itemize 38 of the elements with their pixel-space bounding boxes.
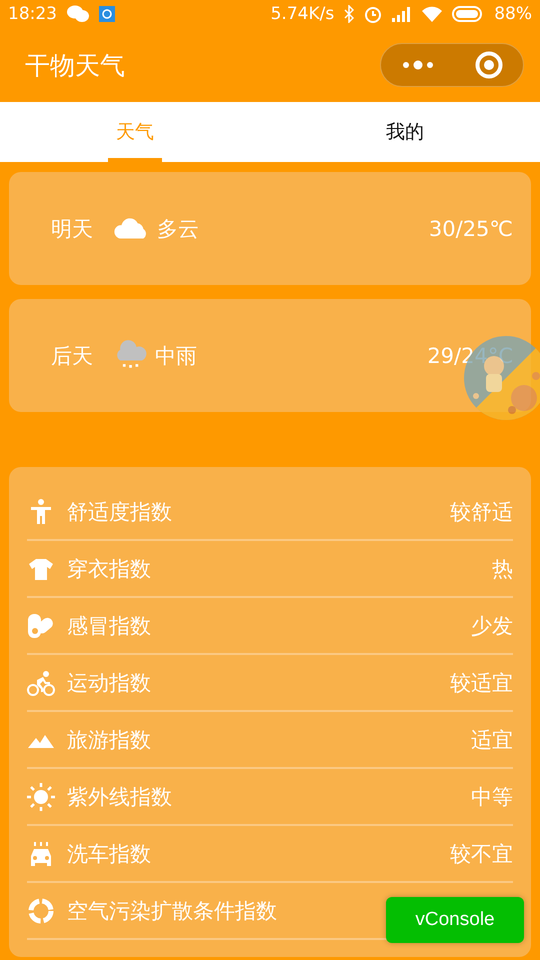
alarm-icon: [364, 5, 382, 23]
signal-icon: [392, 6, 412, 22]
forecast-day: 后天: [51, 342, 93, 370]
index-name: 感冒指数: [67, 612, 151, 640]
bluetooth-icon: [344, 5, 354, 23]
index-name: 紫外线指数: [67, 784, 172, 810]
index-value: 较舒适: [450, 498, 513, 526]
wifi-icon: [422, 6, 442, 22]
index-value: 较不宜: [450, 840, 513, 868]
battery-icon: [452, 6, 484, 22]
ring-icon: [27, 896, 55, 924]
index-value: 适宜: [471, 726, 513, 754]
sun-icon: [27, 782, 55, 810]
tab[interactable]: 天气: [0, 102, 270, 162]
app-title: 干物天气: [25, 50, 125, 82]
index-value: 热: [492, 556, 513, 582]
vconsole-button[interactable]: vConsole: [386, 897, 524, 943]
index-value: 少发: [471, 612, 513, 640]
app-icon: [99, 6, 115, 22]
status-time: 18:23: [8, 4, 57, 24]
battery-level: 88%: [494, 4, 532, 24]
pills-icon: [27, 612, 55, 640]
chat-icon: [67, 5, 89, 23]
index-name: 穿衣指数: [67, 556, 151, 582]
cyclist-icon: [27, 668, 55, 696]
weather-condition: 多云: [157, 216, 199, 242]
index-name: 空气污染扩散条件指数: [67, 898, 277, 924]
network-speed: 5.74K/s: [270, 4, 334, 24]
index-name: 舒适度指数: [67, 498, 172, 526]
temperature-range: 30/25℃: [428, 216, 513, 240]
forecast-day: 明天: [51, 214, 93, 242]
weather-condition: 中雨: [155, 342, 197, 370]
index-name: 运动指数: [67, 670, 151, 696]
index-value: 较适宜: [450, 670, 513, 696]
index-name: 洗车指数: [67, 840, 151, 868]
tab[interactable]: 我的: [270, 102, 540, 162]
index-name: 旅游指数: [67, 726, 151, 754]
index-value: 中等: [471, 784, 513, 810]
